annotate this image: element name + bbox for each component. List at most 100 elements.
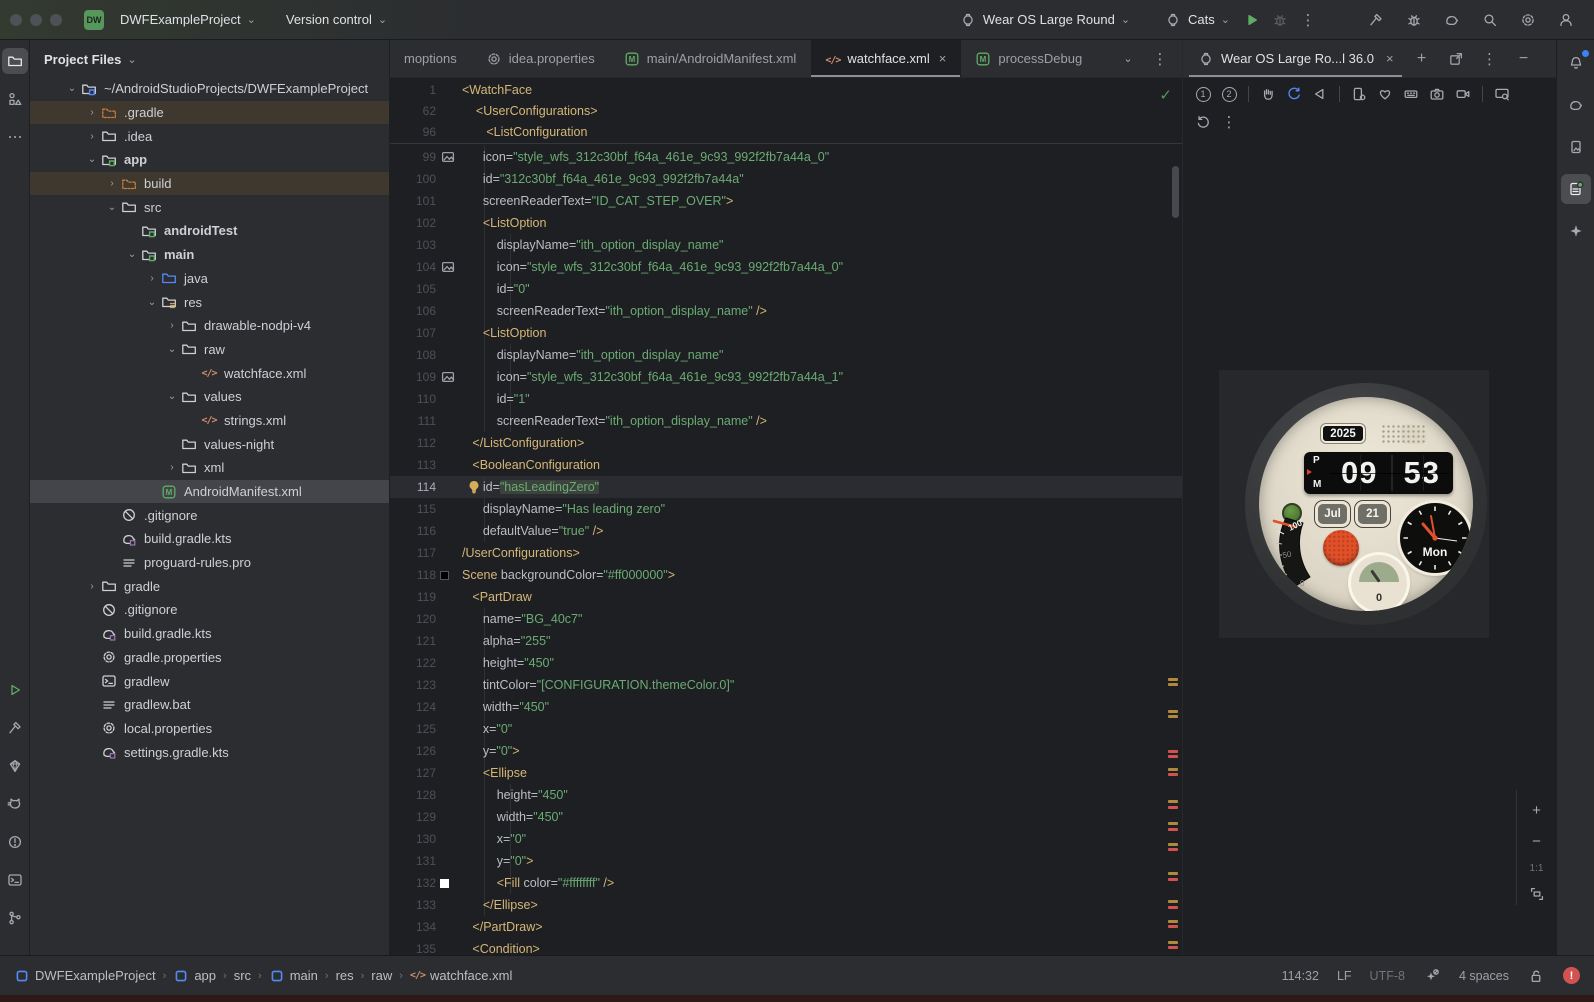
chevron-down-icon[interactable]: ⌄ bbox=[84, 154, 100, 165]
tree-item-xml[interactable]: › xml bbox=[30, 456, 389, 480]
code-line-115[interactable]: 115 displayName="Has leading zero" bbox=[390, 498, 1182, 520]
code-line-108[interactable]: 108 displayName="ith_option_display_name… bbox=[390, 344, 1182, 366]
device-display[interactable]: 2025 PM 09 53 bbox=[1219, 370, 1489, 638]
code-line-96[interactable]: 96 <ListConfiguration bbox=[390, 122, 1182, 143]
maximize-window-icon[interactable] bbox=[50, 13, 62, 26]
tree-item-strings-xml[interactable]: </> strings.xml bbox=[30, 409, 389, 433]
code-line-127[interactable]: 127 <Ellipse bbox=[390, 762, 1182, 784]
code-line-125[interactable]: 125 x="0" bbox=[390, 718, 1182, 740]
chevron-right-icon[interactable]: › bbox=[84, 107, 100, 118]
run-tool-button[interactable] bbox=[2, 677, 28, 703]
code-line-106[interactable]: 106 screenReaderText="ith_option_display… bbox=[390, 300, 1182, 322]
tree-item-gradlew-bat[interactable]: gradlew.bat bbox=[30, 693, 389, 717]
more-options-button[interactable]: ⋮ bbox=[1217, 110, 1241, 134]
chevron-right-icon[interactable]: › bbox=[164, 462, 180, 473]
tree-item--androidstudioprojects-dwfexampleproject[interactable]: ⌄ ~/AndroidStudioProjects/DWFExampleProje… bbox=[30, 77, 389, 101]
breadcrumb-res[interactable]: res bbox=[336, 968, 354, 983]
code-line-111[interactable]: 111 screenReaderText="ith_option_display… bbox=[390, 410, 1182, 432]
caret-position[interactable]: 114:32 bbox=[1282, 969, 1319, 983]
hidden-tabs-icon[interactable]: ⌄ bbox=[1114, 45, 1142, 73]
tree-item-gradlew[interactable]: gradlew bbox=[30, 669, 389, 693]
code-line-116[interactable]: 116 defaultValue="true" /> bbox=[390, 520, 1182, 542]
close-device-tab-icon[interactable]: × bbox=[1386, 51, 1394, 66]
code-line-110[interactable]: 110 id="1" bbox=[390, 388, 1182, 410]
hide-panel-icon[interactable]: − bbox=[1510, 45, 1538, 73]
code-line-129[interactable]: 129 width="450" bbox=[390, 806, 1182, 828]
build-button[interactable] bbox=[1362, 6, 1390, 34]
button-2-button[interactable]: 2 bbox=[1217, 82, 1241, 106]
tree-item-local-properties[interactable]: local.properties bbox=[30, 717, 389, 741]
tab-watchface-xml[interactable]: </> watchface.xml × bbox=[811, 40, 962, 77]
code-line-104[interactable]: 104 icon="style_wfs_312c30bf_f64a_461e_9… bbox=[390, 256, 1182, 278]
back-button-button[interactable] bbox=[1308, 82, 1332, 106]
gemini-tool-button[interactable] bbox=[1561, 216, 1591, 246]
chevron-right-icon[interactable]: › bbox=[84, 581, 100, 592]
tree-item--gitignore[interactable]: .gitignore bbox=[30, 503, 389, 527]
tree-item-java[interactable]: › java bbox=[30, 267, 389, 291]
code-line-107[interactable]: 107 <ListOption bbox=[390, 322, 1182, 344]
breadcrumb-src[interactable]: src bbox=[234, 968, 251, 983]
code-line-134[interactable]: 134 </PartDraw> bbox=[390, 916, 1182, 938]
code-line-117[interactable]: 117/UserConfigurations> bbox=[390, 542, 1182, 564]
zoom-1to1-button[interactable]: 1:1 bbox=[1530, 863, 1544, 874]
code-line-103[interactable]: 103 displayName="ith_option_display_name… bbox=[390, 234, 1182, 256]
device-manager-tool-button[interactable] bbox=[1561, 132, 1591, 162]
tree-item-src[interactable]: ⌄ src bbox=[30, 195, 389, 219]
search-everywhere-button[interactable] bbox=[1476, 6, 1504, 34]
tab-main-androidmanifest-xml[interactable]: Mmain/AndroidManifest.xml bbox=[610, 40, 812, 77]
project-widget[interactable]: DWFExampleProject ⌄ bbox=[112, 8, 264, 31]
running-devices-tool-button[interactable] bbox=[1560, 174, 1591, 204]
settings-button[interactable] bbox=[1514, 6, 1542, 34]
zoom-in-button[interactable]: + bbox=[1523, 800, 1551, 821]
code-line-132[interactable]: 132 <Fill color="#ffffffff" /> bbox=[390, 872, 1182, 894]
resource-manager-tool-button[interactable] bbox=[2, 86, 28, 112]
close-window-icon[interactable] bbox=[10, 13, 22, 26]
code-line-1[interactable]: 1 <WatchFace bbox=[390, 80, 1182, 101]
code-line-126[interactable]: 126 y="0"> bbox=[390, 740, 1182, 762]
macos-window-controls[interactable] bbox=[10, 13, 62, 26]
breadcrumb-raw[interactable]: raw bbox=[371, 968, 392, 983]
chevron-right-icon[interactable]: › bbox=[144, 273, 160, 284]
tree-item-proguard-rules-pro[interactable]: proguard-rules.pro bbox=[30, 551, 389, 575]
code-line-109[interactable]: 109 icon="style_wfs_312c30bf_f64a_461e_9… bbox=[390, 366, 1182, 388]
problems-tool-button[interactable] bbox=[2, 829, 28, 855]
notifications-tool-button[interactable] bbox=[1561, 48, 1591, 78]
screen-search-button[interactable] bbox=[1490, 82, 1514, 106]
tree-item-watchface-xml[interactable]: </> watchface.xml bbox=[30, 361, 389, 385]
tree-item-settings-gradle-kts[interactable]: settings.gradle.kts bbox=[30, 740, 389, 764]
tree-item-gradle[interactable]: › gradle bbox=[30, 574, 389, 598]
tree-item-app[interactable]: ⌄ app bbox=[30, 148, 389, 172]
terminal-tool-button[interactable] bbox=[2, 867, 28, 893]
code-line-121[interactable]: 121 alpha="255" bbox=[390, 630, 1182, 652]
reset-view-button[interactable] bbox=[1191, 110, 1215, 134]
indent-setting[interactable]: 4 spaces bbox=[1459, 969, 1509, 983]
chevron-down-icon[interactable]: ⌄ bbox=[64, 83, 80, 94]
device-tab[interactable]: Wear OS Large Ro...l 36.0 × bbox=[1189, 40, 1402, 77]
chevron-down-icon[interactable]: ⌄ bbox=[104, 202, 120, 213]
tree-item--idea[interactable]: › .idea bbox=[30, 124, 389, 148]
chevron-down-icon[interactable]: ⌄ bbox=[124, 249, 140, 260]
tree-item-gradle-properties[interactable]: gradle.properties bbox=[30, 646, 389, 670]
add-device-icon[interactable]: + bbox=[1408, 45, 1436, 73]
tree-item-raw[interactable]: ⌄ raw bbox=[30, 338, 389, 362]
zoom-out-button[interactable]: − bbox=[1523, 831, 1551, 852]
tree-item-build[interactable]: › build bbox=[30, 171, 389, 196]
version-control-tool-button[interactable] bbox=[2, 905, 28, 931]
open-in-window-icon[interactable] bbox=[1442, 45, 1470, 73]
code-line-123[interactable]: 123 tintColor="[CONFIGURATION.themeColor… bbox=[390, 674, 1182, 696]
gradle-tool-button[interactable] bbox=[1561, 90, 1591, 120]
tab-idea-properties[interactable]: idea.properties bbox=[472, 40, 610, 77]
code-line-101[interactable]: 101 screenReaderText="ID_CAT_STEP_OVER"> bbox=[390, 190, 1182, 212]
code-line-122[interactable]: 122 height="450" bbox=[390, 652, 1182, 674]
breadcrumb-main[interactable]: main bbox=[269, 968, 318, 984]
hardware-input-button[interactable] bbox=[1399, 82, 1423, 106]
app-quality-insights-tool-button[interactable] bbox=[2, 753, 28, 779]
tree-item--gradle[interactable]: › .gradle bbox=[30, 100, 389, 125]
code-line-112[interactable]: 112 </ListConfiguration> bbox=[390, 432, 1182, 454]
debug-button[interactable] bbox=[1266, 6, 1294, 34]
code-line-105[interactable]: 105 id="0" bbox=[390, 278, 1182, 300]
tree-item-build-gradle-kts[interactable]: build.gradle.kts bbox=[30, 527, 389, 551]
code-line-118[interactable]: 118 Scene backgroundColor="#ff000000"> bbox=[390, 564, 1182, 586]
line-separator[interactable]: LF bbox=[1337, 969, 1352, 983]
profiler-button[interactable] bbox=[1400, 6, 1428, 34]
